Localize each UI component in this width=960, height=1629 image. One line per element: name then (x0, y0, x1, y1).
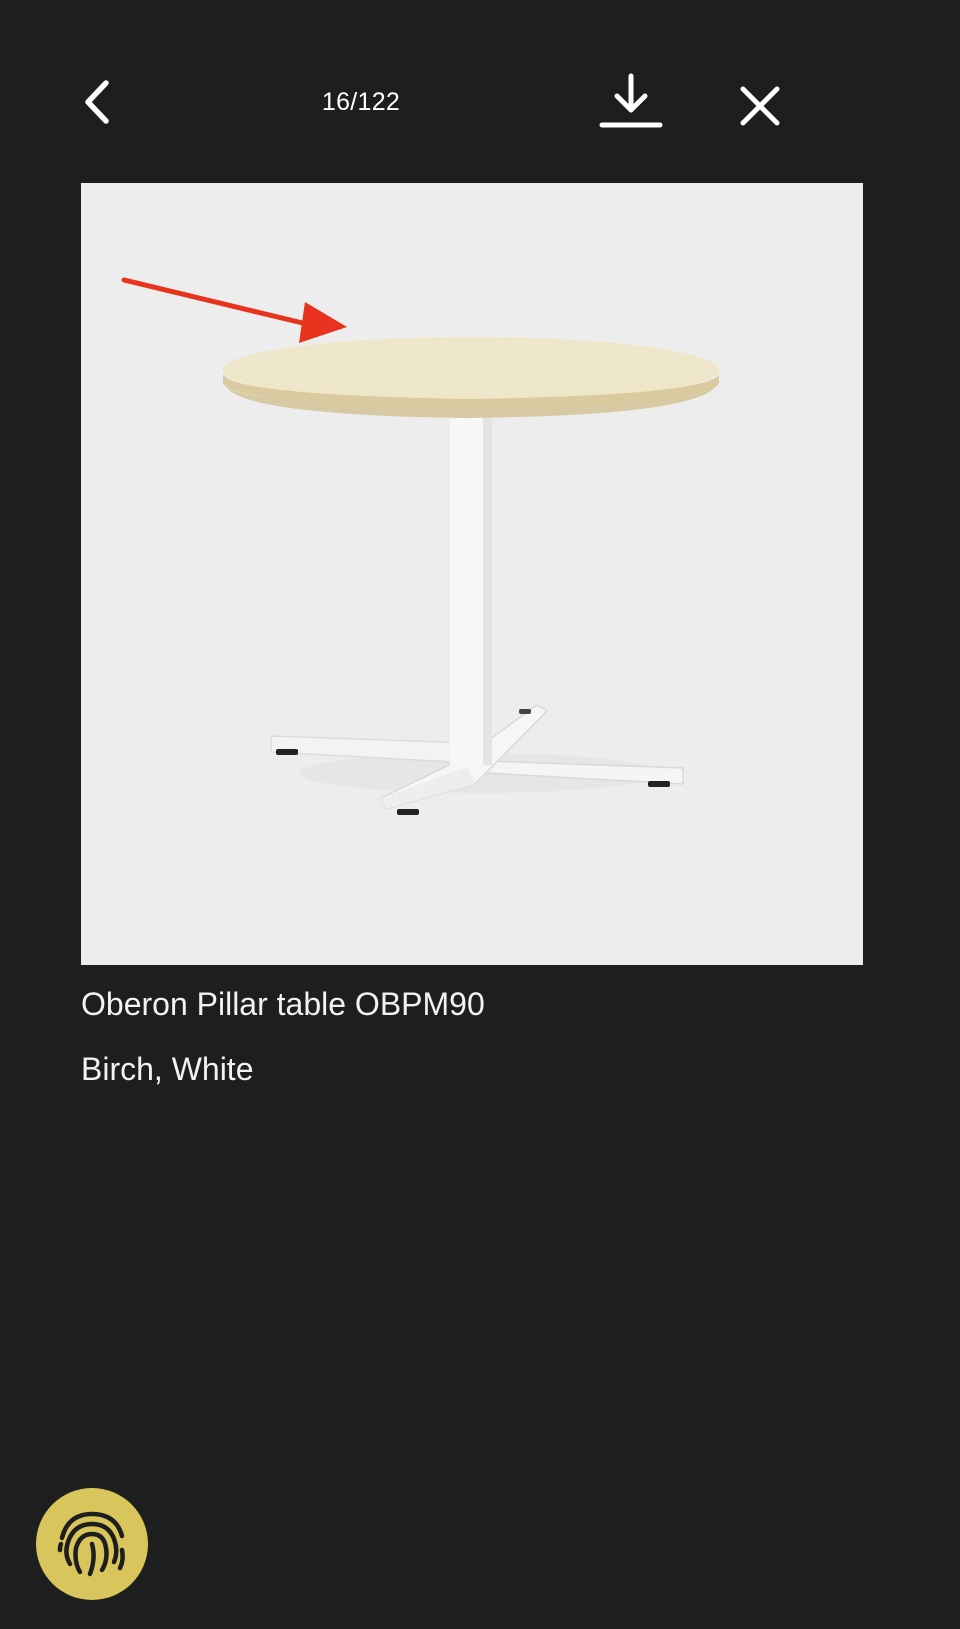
close-icon (740, 86, 780, 126)
back-button[interactable] (70, 70, 126, 134)
product-variant: Birch, White (81, 1051, 254, 1087)
product-image[interactable] (81, 183, 863, 965)
fingerprint-button[interactable] (36, 1488, 148, 1600)
tabletop (223, 337, 719, 418)
image-viewer-screen: 16/122 Oberon Pillar table OBPM90 Birch,… (0, 0, 960, 1629)
download-button[interactable] (596, 70, 666, 134)
product-photo (81, 183, 863, 965)
chevron-left-icon (85, 80, 109, 124)
close-button[interactable] (730, 76, 790, 136)
download-icon (599, 73, 663, 128)
viewer-toolbar: 16/122 (0, 0, 960, 180)
table-pillar (450, 403, 492, 765)
image-counter: 16/122 (321, 88, 401, 116)
fingerprint-icon (57, 1511, 125, 1577)
product-title: Oberon Pillar table OBPM90 (81, 986, 485, 1022)
